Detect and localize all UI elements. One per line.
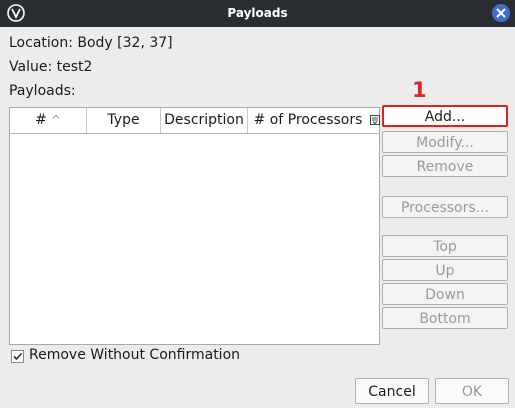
column-header-description[interactable]: Description — [161, 108, 248, 133]
sort-ascending-icon: ^ — [50, 113, 61, 127]
annotation-step-marker: 1 — [412, 78, 427, 102]
bottom-button[interactable]: Bottom — [382, 307, 508, 329]
column-header-type[interactable]: Type — [87, 108, 161, 133]
remove-without-confirmation-checkbox[interactable] — [11, 350, 24, 363]
remove-button[interactable]: Remove — [382, 155, 508, 177]
window-title: Payloads — [227, 6, 288, 20]
remove-without-confirmation-label: Remove Without Confirmation — [29, 347, 241, 363]
ok-button[interactable]: OK — [435, 378, 509, 404]
title-bar: Payloads — [0, 0, 515, 27]
payloads-table[interactable]: # ^ Type Description # of Processors — [9, 107, 380, 345]
processors-button[interactable]: Processors... — [382, 196, 508, 218]
column-menu-icon[interactable] — [370, 115, 380, 125]
close-button[interactable] — [492, 4, 510, 22]
close-icon — [496, 8, 506, 18]
cancel-button[interactable]: Cancel — [355, 378, 429, 404]
modify-button[interactable]: Modify... — [382, 131, 508, 153]
down-button[interactable]: Down — [382, 283, 508, 305]
column-number-label: # — [35, 112, 47, 128]
payloads-label: Payloads: — [9, 83, 76, 99]
top-button[interactable]: Top — [382, 235, 508, 257]
checkmark-icon — [13, 352, 23, 361]
column-header-processors[interactable]: # of Processors — [248, 108, 368, 133]
table-header: # ^ Type Description # of Processors — [10, 108, 380, 134]
up-button[interactable]: Up — [382, 259, 508, 281]
value-text: Value: test2 — [9, 59, 93, 75]
location-text: Location: Body [32, 37] — [9, 35, 173, 51]
add-button[interactable]: Add... — [382, 105, 508, 127]
column-header-number[interactable]: # ^ — [10, 108, 87, 133]
